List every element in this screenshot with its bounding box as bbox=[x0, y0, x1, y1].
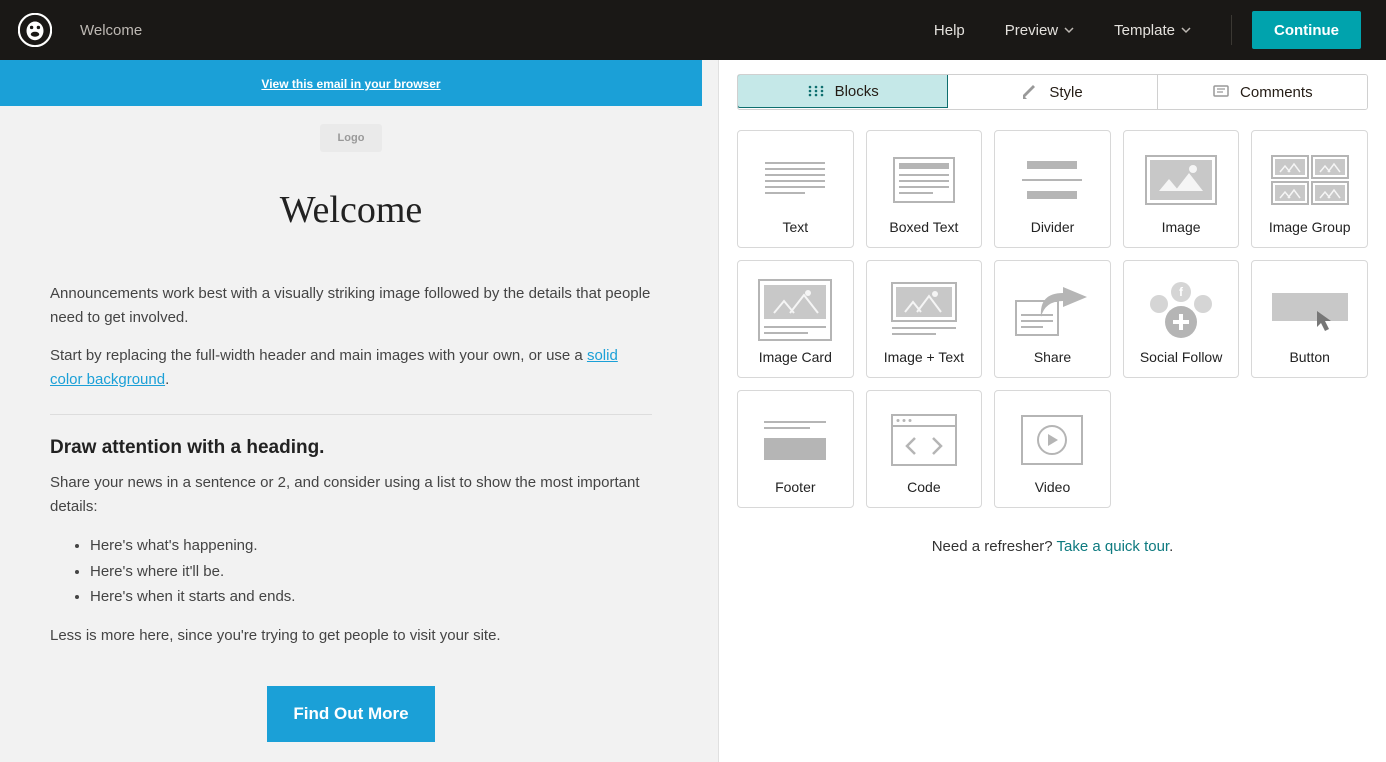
refresher-text: Need a refresher? Take a quick tour. bbox=[737, 538, 1368, 555]
divider-icon bbox=[1001, 141, 1104, 219]
grid-icon bbox=[807, 82, 825, 100]
page-title: Welcome bbox=[70, 22, 172, 39]
block-text[interactable]: Text bbox=[737, 130, 854, 248]
image-icon bbox=[1130, 141, 1233, 219]
nav-preview[interactable]: Preview bbox=[985, 0, 1094, 60]
block-image-group[interactable]: Image Group bbox=[1251, 130, 1368, 248]
divider bbox=[1231, 15, 1232, 45]
chevron-down-icon bbox=[1064, 25, 1074, 35]
email-preheader[interactable]: View this email in your browser bbox=[0, 60, 702, 106]
email-subheading[interactable]: Draw attention with a heading. bbox=[50, 437, 652, 459]
tab-blocks[interactable]: Blocks bbox=[737, 74, 948, 108]
boxed-text-icon bbox=[873, 141, 976, 219]
brush-icon bbox=[1021, 83, 1039, 101]
list-item: Here's where it'll be. bbox=[90, 559, 652, 585]
video-icon bbox=[1001, 401, 1104, 479]
block-image-card[interactable]: Image Card bbox=[737, 260, 854, 378]
tab-style[interactable]: Style bbox=[947, 75, 1157, 109]
block-social-follow[interactable]: f Social Follow bbox=[1123, 260, 1240, 378]
sidebar: Blocks Style Comments Text Boxed Text bbox=[718, 60, 1386, 762]
block-image-text[interactable]: Image + Text bbox=[866, 260, 983, 378]
block-button[interactable]: Button bbox=[1251, 260, 1368, 378]
chevron-down-icon bbox=[1181, 25, 1191, 35]
email-paragraph[interactable]: Start by replacing the full-width header… bbox=[50, 344, 652, 392]
block-code[interactable]: Code bbox=[866, 390, 983, 508]
sidebar-tabs: Blocks Style Comments bbox=[737, 74, 1368, 110]
block-footer[interactable]: Footer bbox=[737, 390, 854, 508]
image-text-icon bbox=[873, 271, 976, 349]
image-card-icon bbox=[744, 271, 847, 349]
button-icon bbox=[1258, 271, 1361, 349]
list-item: Here's what's happening. bbox=[90, 533, 652, 559]
code-icon bbox=[873, 401, 976, 479]
block-boxed-text[interactable]: Boxed Text bbox=[866, 130, 983, 248]
logo[interactable] bbox=[0, 13, 70, 47]
email-paragraph[interactable]: Share your news in a sentence or 2, and … bbox=[50, 471, 652, 519]
nav-help[interactable]: Help bbox=[914, 0, 985, 60]
logo-placeholder[interactable]: Logo bbox=[320, 124, 382, 152]
cta-button[interactable]: Find Out More bbox=[267, 686, 434, 742]
email-paragraph[interactable]: Less is more here, since you're trying t… bbox=[50, 624, 652, 648]
image-group-icon bbox=[1258, 141, 1361, 219]
blocks-grid: Text Boxed Text Divider Image Image Grou… bbox=[737, 130, 1368, 508]
block-video[interactable]: Video bbox=[994, 390, 1111, 508]
email-heading[interactable]: Welcome bbox=[50, 188, 652, 232]
block-divider[interactable]: Divider bbox=[994, 130, 1111, 248]
divider bbox=[50, 414, 652, 415]
app-header: Welcome Help Preview Template Continue bbox=[0, 0, 1386, 60]
text-icon bbox=[744, 141, 847, 219]
list-item: Here's when it starts and ends. bbox=[90, 584, 652, 610]
quick-tour-link[interactable]: Take a quick tour bbox=[1057, 538, 1170, 555]
block-share[interactable]: Share bbox=[994, 260, 1111, 378]
block-image[interactable]: Image bbox=[1123, 130, 1240, 248]
social-follow-icon: f bbox=[1130, 271, 1233, 349]
share-icon bbox=[1001, 271, 1104, 349]
footer-icon bbox=[744, 401, 847, 479]
view-in-browser-link[interactable]: View this email in your browser bbox=[261, 77, 440, 91]
social-row[interactable] bbox=[50, 752, 652, 762]
email-list[interactable]: Here's what's happening. Here's where it… bbox=[50, 533, 652, 610]
nav-template[interactable]: Template bbox=[1094, 0, 1211, 60]
comment-icon bbox=[1212, 83, 1230, 101]
tab-comments[interactable]: Comments bbox=[1158, 75, 1367, 109]
email-paragraph[interactable]: Announcements work best with a visually … bbox=[50, 282, 652, 330]
email-canvas[interactable]: View this email in your browser Logo Wel… bbox=[0, 60, 718, 762]
continue-button[interactable]: Continue bbox=[1252, 11, 1361, 49]
